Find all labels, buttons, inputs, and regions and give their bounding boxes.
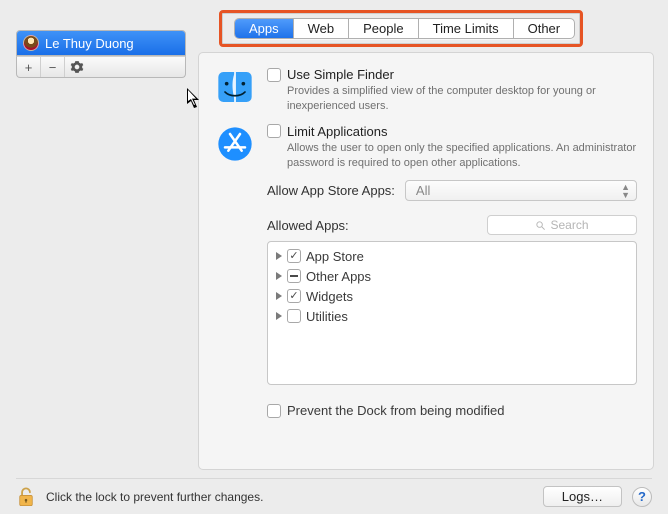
user-actions-menu[interactable] xyxy=(65,57,89,77)
allow-appstore-popup[interactable]: All ▲▼ xyxy=(405,180,637,201)
add-user-button[interactable]: + xyxy=(17,57,41,77)
search-placeholder: Search xyxy=(550,218,588,232)
remove-user-button[interactable]: − xyxy=(41,57,65,77)
footer: Click the lock to prevent further change… xyxy=(16,478,652,506)
simple-finder-label: Use Simple Finder xyxy=(287,67,394,82)
allowed-apps-label: Allowed Apps: xyxy=(267,218,349,233)
logs-button[interactable]: Logs… xyxy=(543,486,622,507)
help-button[interactable]: ? xyxy=(632,487,652,507)
search-icon xyxy=(535,220,546,231)
allowed-apps-tree[interactable]: App Store Other Apps Widgets Utilities xyxy=(267,241,637,385)
tab-time-limits[interactable]: Time Limits xyxy=(419,19,514,38)
user-sidebar: Le Thuy Duong + − xyxy=(16,30,186,78)
settings-panel: Apps Web People Time Limits Other Use Si… xyxy=(198,10,668,78)
limit-apps-checkbox[interactable] xyxy=(267,124,281,138)
allowed-apps-search[interactable]: Search xyxy=(487,215,637,235)
limit-apps-desc: Allows the user to open only the specifi… xyxy=(267,141,637,171)
lock-text: Click the lock to prevent further change… xyxy=(46,490,263,504)
lock-button[interactable] xyxy=(16,486,36,508)
tab-bar: Apps Web People Time Limits Other xyxy=(234,18,575,39)
user-list[interactable]: Le Thuy Duong xyxy=(16,30,186,56)
disclosure-triangle-icon[interactable] xyxy=(276,252,282,260)
popup-arrows-icon: ▲▼ xyxy=(621,183,630,199)
simple-finder-checkbox[interactable] xyxy=(267,68,281,82)
disclosure-triangle-icon[interactable] xyxy=(276,292,282,300)
avatar xyxy=(23,35,39,51)
tree-label: Utilities xyxy=(306,309,348,324)
user-name-label: Le Thuy Duong xyxy=(45,36,134,51)
tree-label: Other Apps xyxy=(306,269,371,284)
tree-label: App Store xyxy=(306,249,364,264)
tab-people[interactable]: People xyxy=(349,19,418,38)
tree-checkbox[interactable] xyxy=(287,249,301,263)
prevent-dock-checkbox[interactable] xyxy=(267,404,281,418)
tree-row-otherapps[interactable]: Other Apps xyxy=(268,266,636,286)
disclosure-triangle-icon[interactable] xyxy=(276,272,282,280)
simple-finder-desc: Provides a simplified view of the comput… xyxy=(267,84,637,114)
tab-apps[interactable]: Apps xyxy=(235,19,294,38)
tab-other[interactable]: Other xyxy=(514,19,575,38)
allow-appstore-value: All xyxy=(416,183,430,198)
lock-open-icon xyxy=(16,486,36,508)
tree-row-appstore[interactable]: App Store xyxy=(268,246,636,266)
tree-checkbox[interactable] xyxy=(287,269,301,283)
appstore-icon xyxy=(215,124,255,164)
tree-checkbox[interactable] xyxy=(287,289,301,303)
finder-icon xyxy=(215,67,255,107)
limit-apps-label: Limit Applications xyxy=(287,124,387,139)
allow-appstore-label: Allow App Store Apps: xyxy=(267,183,395,198)
tree-checkbox[interactable] xyxy=(287,309,301,323)
prevent-dock-label: Prevent the Dock from being modified xyxy=(287,403,505,418)
tab-content-apps: Use Simple Finder Provides a simplified … xyxy=(198,52,654,470)
tab-web[interactable]: Web xyxy=(294,19,350,38)
tree-row-widgets[interactable]: Widgets xyxy=(268,286,636,306)
disclosure-triangle-icon[interactable] xyxy=(276,312,282,320)
tree-row-utilities[interactable]: Utilities xyxy=(268,306,636,326)
user-row-selected[interactable]: Le Thuy Duong xyxy=(17,31,185,55)
sidebar-toolbar: + − xyxy=(16,56,186,78)
gear-icon xyxy=(70,60,84,74)
tree-label: Widgets xyxy=(306,289,353,304)
